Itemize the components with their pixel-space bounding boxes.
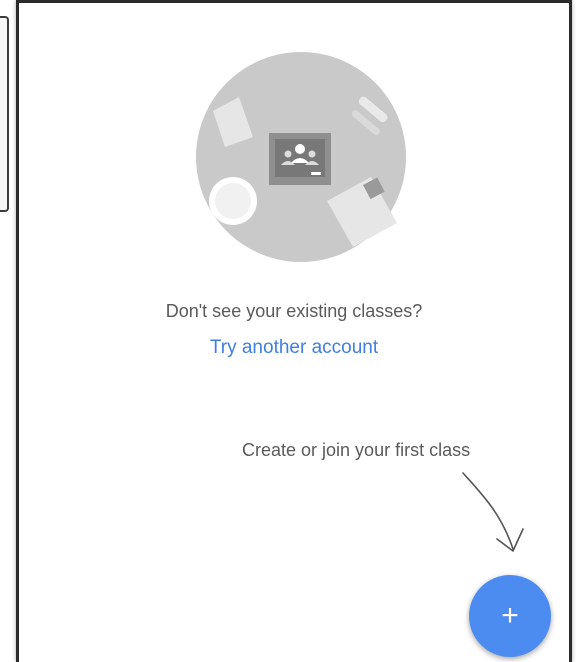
try-another-account-link[interactable]: Try another account: [19, 337, 569, 359]
plus-icon: +: [501, 599, 519, 632]
add-class-button[interactable]: +: [469, 575, 551, 657]
empty-state-message: Don't see your existing classes?: [165, 301, 423, 321]
create-join-hint: Create or join your first class: [242, 440, 471, 460]
classroom-table-icon: [196, 52, 406, 262]
background-window-frame: [0, 16, 9, 212]
background-window-edge: [0, 0, 14, 662]
hand-drawn-arrow-icon: [462, 472, 524, 552]
app-screen: Don't see your existing classes? Try ano…: [16, 0, 572, 662]
